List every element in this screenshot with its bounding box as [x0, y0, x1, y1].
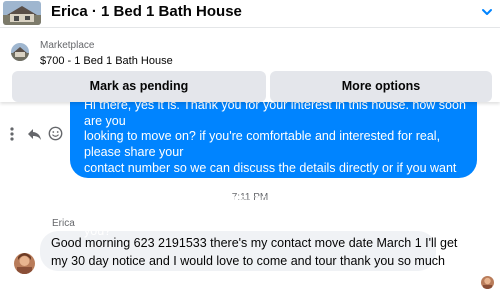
sender-name: Erica [52, 218, 75, 229]
message-line: we'll plan house tour and answer any que… [84, 192, 448, 222]
more-options-button[interactable]: More options [270, 71, 492, 102]
marketplace-label: Marketplace [40, 40, 95, 51]
react-icon[interactable] [48, 126, 63, 141]
message-line: Hi there, yes it is. Thank you for your … [84, 98, 466, 128]
house-photo-icon[interactable] [3, 1, 41, 25]
conversation-title[interactable]: Erica · 1 Bed 1 Bath House [51, 3, 242, 20]
chevron-down-icon[interactable] [481, 6, 493, 18]
listing-title[interactable]: $700 - 1 Bed 1 Bath House [40, 55, 173, 67]
reply-icon[interactable] [27, 127, 42, 141]
message-line: my 30 day notice and I would love to com… [51, 253, 445, 268]
message-line: contact number so we can discuss the det… [84, 160, 457, 191]
seen-receipt-avatar [481, 276, 494, 289]
avatar[interactable] [14, 253, 35, 274]
listing-thumbnail-icon[interactable] [11, 43, 29, 61]
mark-as-pending-button[interactable]: Mark as pending [12, 71, 266, 102]
message-line: you? [84, 223, 112, 238]
more-icon[interactable] [9, 126, 15, 142]
message-line: looking to move on? if you're comfortabl… [84, 129, 441, 160]
conversation-header: Erica · 1 Bed 1 Bath House [0, 0, 500, 27]
